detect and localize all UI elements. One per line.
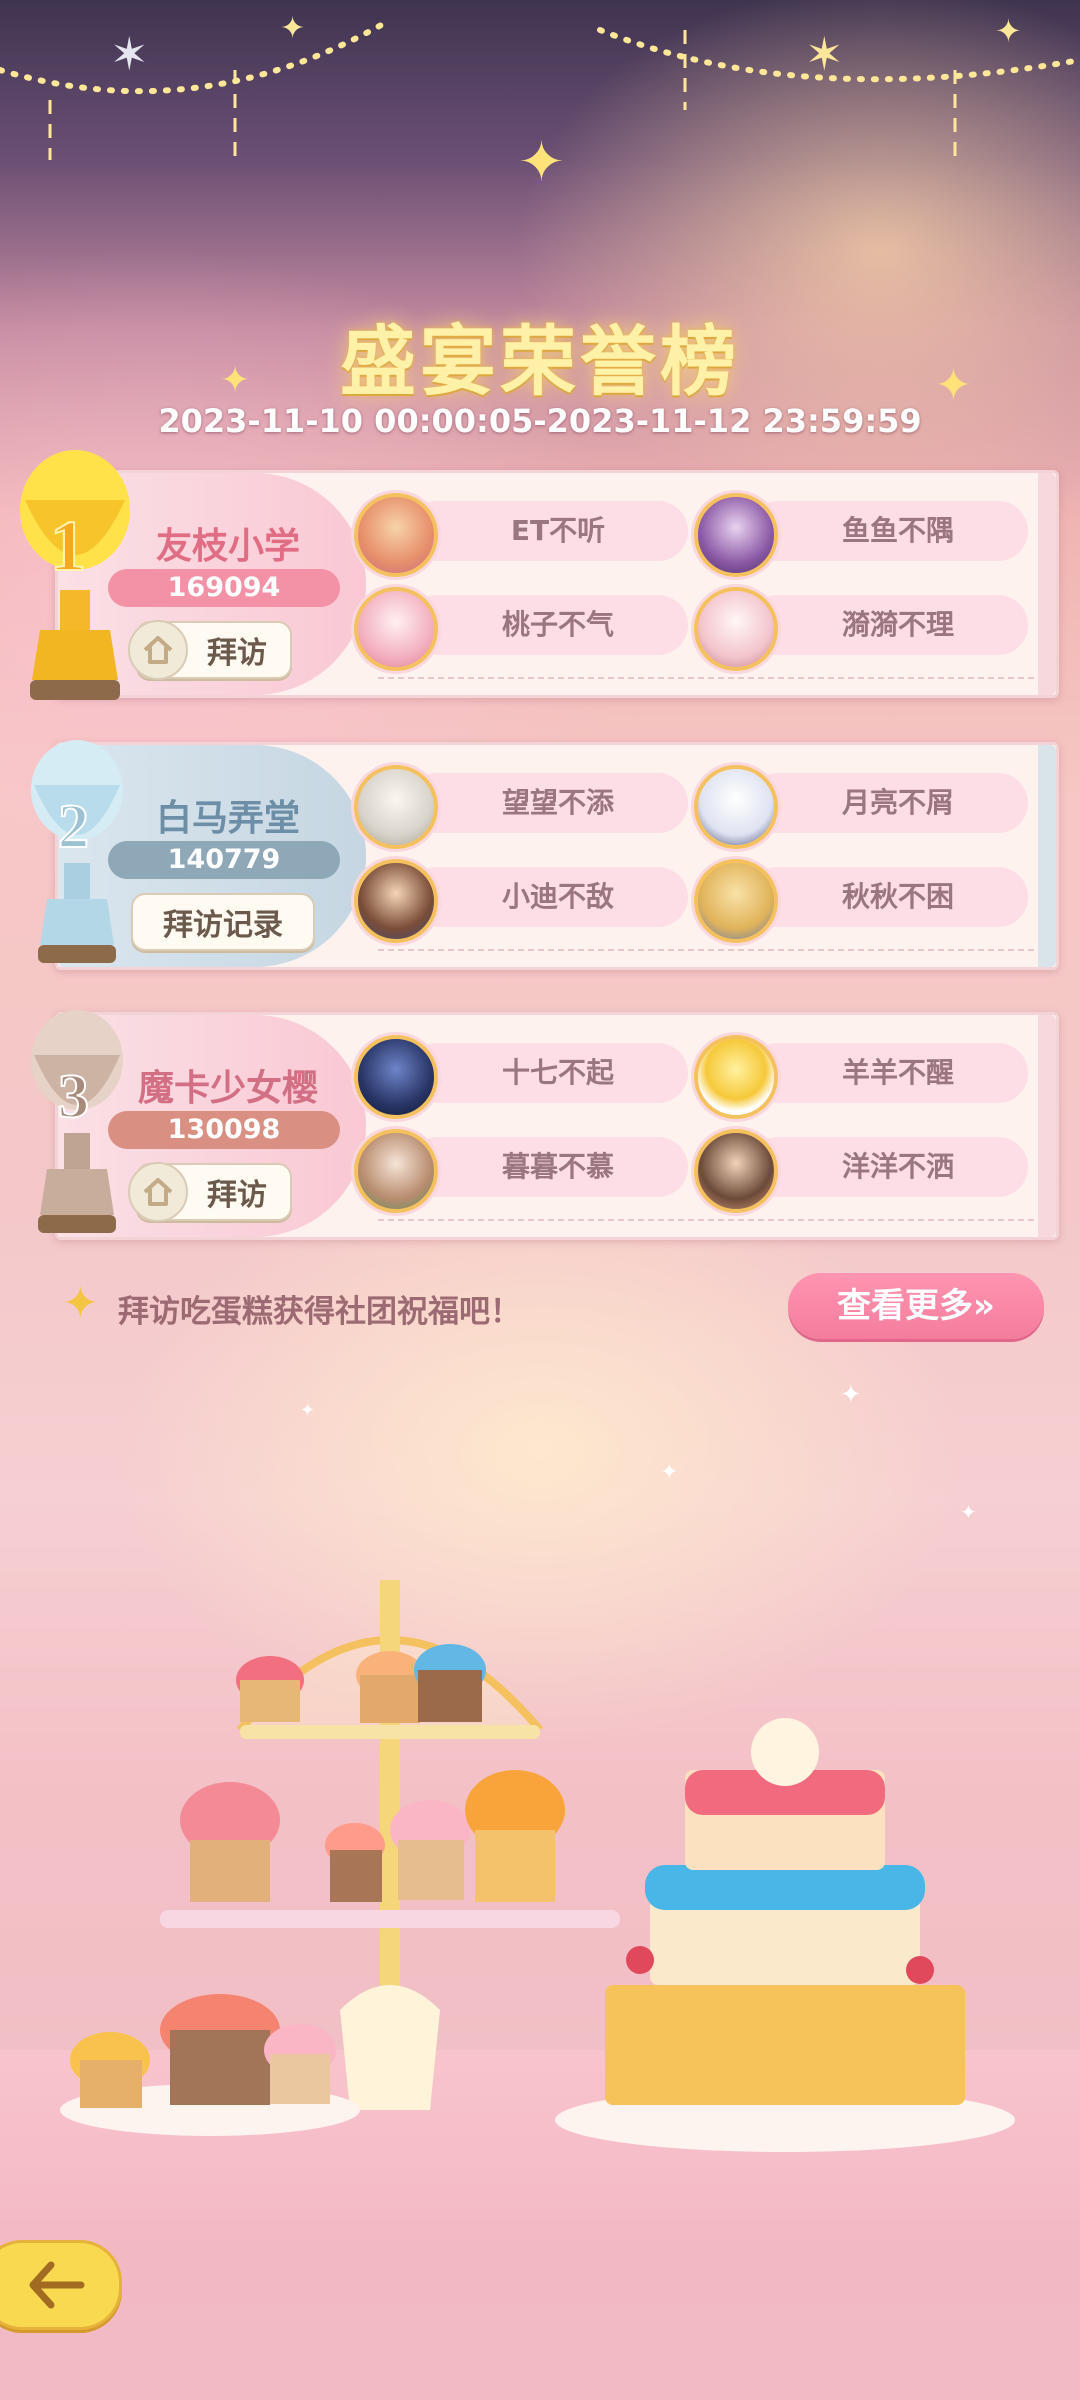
svg-text:2: 2	[58, 793, 89, 861]
avatar	[354, 1035, 438, 1119]
cupcake-plate-illustration	[60, 1994, 360, 2136]
sparkle-icon: ✦	[300, 1400, 316, 1421]
member-item[interactable]: 羊羊不醒	[694, 1035, 1028, 1119]
rank-card-1: 友枝小学 169094 拜访 ET不听 鱼鱼不隅 桃子不气 漪漪不理	[55, 470, 1059, 698]
rank-card-2: 白马弄堂 140779 拜访记录 望望不添 月亮不屑 小迪不敌 秋秋不困	[55, 742, 1059, 970]
member-item[interactable]: 暮暮不慕	[354, 1129, 688, 1213]
sparkle-icon: ✦	[660, 1460, 679, 1485]
avatar	[354, 1129, 438, 1213]
avatar	[354, 493, 438, 577]
avatar	[694, 1129, 778, 1213]
sparkle-icon: ✦	[960, 1500, 977, 1524]
member-item[interactable]: 桃子不气	[354, 587, 688, 671]
visit-records-button[interactable]: 拜访记录	[131, 893, 315, 951]
svg-text:3: 3	[58, 1063, 89, 1131]
sparkle-icon: ✦	[62, 1278, 99, 1329]
club-score: 130098	[108, 1111, 340, 1149]
trophy-gold-icon: 1	[20, 450, 130, 700]
page-title: 盛宴荣誉榜	[340, 317, 740, 406]
back-button[interactable]	[0, 2240, 122, 2330]
svg-text:1: 1	[50, 506, 86, 586]
trophy-bronze-icon: 3	[31, 1010, 123, 1233]
avatar	[354, 587, 438, 671]
member-item[interactable]: 漪漪不理	[694, 587, 1028, 671]
member-item[interactable]: 望望不添	[354, 765, 688, 849]
member-item[interactable]: 月亮不屑	[694, 765, 1028, 849]
layer-cake-illustration[interactable]	[550, 1700, 1020, 2160]
back-arrow-icon	[29, 2261, 85, 2309]
svg-text:✦: ✦	[280, 11, 305, 46]
member-item[interactable]: 洋洋不洒	[694, 1129, 1028, 1213]
view-more-button[interactable]: 查看更多»	[788, 1273, 1044, 1339]
trophy-silver-icon: 2	[31, 740, 123, 963]
avatar	[354, 859, 438, 943]
avatar	[694, 859, 778, 943]
visit-button[interactable]: 拜访	[128, 1162, 292, 1222]
avatar	[694, 493, 778, 577]
avatar	[354, 765, 438, 849]
tip-text: 拜访吃蛋糕获得社团祝福吧！	[118, 1294, 521, 1330]
member-item[interactable]: 小迪不敌	[354, 859, 688, 943]
member-item[interactable]: 鱼鱼不隅	[694, 493, 1028, 577]
svg-text:✦: ✦	[995, 12, 1022, 50]
club-score: 140779	[108, 841, 340, 879]
svg-text:✶: ✶	[110, 27, 149, 81]
visit-button[interactable]: 拜访	[128, 620, 292, 680]
avatar	[694, 765, 778, 849]
member-item[interactable]: 秋秋不困	[694, 859, 1028, 943]
svg-text:✶: ✶	[805, 27, 844, 81]
member-item[interactable]: 十七不起	[354, 1035, 688, 1119]
avatar	[694, 587, 778, 671]
date-range: 2023-11-10 00:00:05-2023-11-12 23:59:59	[158, 402, 922, 440]
sparkle-icon: ✦	[840, 1380, 862, 1410]
sparkle-icon: ✦	[518, 130, 565, 195]
member-item[interactable]: ET不听	[354, 493, 688, 577]
rank-card-3: 魔卡少女樱 130098 拜访 十七不起 羊羊不醒 暮暮不慕 洋洋不洒	[55, 1012, 1059, 1240]
avatar	[694, 1035, 778, 1119]
